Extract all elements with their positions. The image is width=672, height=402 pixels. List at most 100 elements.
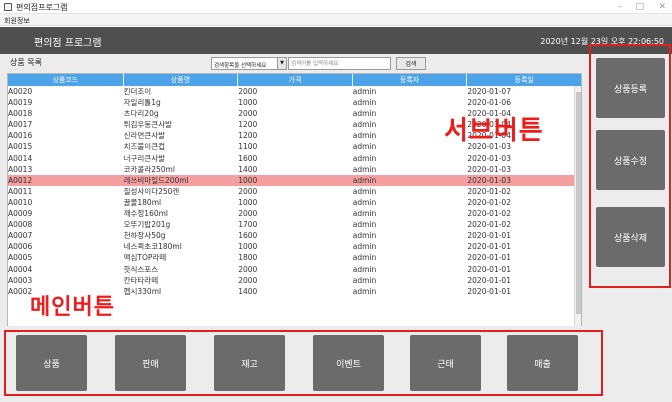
cell-price: 2000	[238, 209, 258, 219]
search-category-select[interactable]: 검색항목을 선택하세요 ▼	[211, 57, 287, 70]
chevron-down-icon[interactable]: ▼	[277, 58, 286, 69]
table-header: 상품코드 상품명 가격 등록자 등록일	[8, 74, 581, 86]
cell-name: 코카콜라250ml	[123, 164, 175, 174]
cell-code: A0019	[8, 98, 33, 108]
cell-code: A0017	[8, 120, 33, 130]
sub-button-annotation: 서브버튼	[444, 116, 544, 146]
table-row[interactable]: A0019 자일리톨1g 1000 admin 2020-01-06	[8, 97, 581, 108]
cell-name: 킨더조이	[123, 87, 152, 96]
table-row[interactable]: A0008 오뚜기밥201g 1700 admin 2020-01-02	[8, 219, 581, 230]
close-button[interactable]: ✕	[658, 1, 666, 13]
cell-registrant: admin	[352, 220, 377, 230]
table-scrollbar[interactable]	[574, 86, 581, 327]
cell-price: 2000	[238, 87, 258, 96]
cell-registrant: admin	[352, 175, 377, 185]
cell-code: A0013	[8, 164, 33, 174]
table-row[interactable]: A0010 꿀물180ml 1000 admin 2020-01-02	[8, 197, 581, 208]
cell-code: A0012	[8, 175, 33, 185]
cell-name: 꿀물180ml	[123, 197, 162, 207]
cell-code: A0020	[8, 87, 33, 96]
table-row[interactable]: A0012 레쓰비마일드200ml 1000 admin 2020-01-03	[8, 174, 581, 186]
search-input[interactable]	[288, 57, 391, 70]
cell-code: A0011	[8, 186, 33, 196]
cell-price: 2000	[238, 109, 258, 119]
cell-registrant: admin	[352, 186, 377, 196]
column-header-code[interactable]: 상품코드	[8, 74, 124, 86]
cell-code: A0009	[8, 209, 33, 219]
cell-date: 2020-01-02	[467, 197, 511, 207]
table-row[interactable]: A0009 깨수정160ml 2000 admin 2020-01-02	[8, 208, 581, 219]
search-select-value: 검색항목을 선택하세요	[214, 63, 267, 69]
cell-price: 1600	[238, 231, 258, 241]
cell-price: 1200	[238, 120, 258, 130]
cell-code: A0018	[8, 109, 33, 119]
menubar: 회원정보	[0, 14, 672, 26]
cell-price: 1400	[238, 286, 258, 296]
table-row[interactable]: A0003 칸타타라떼 2000 admin 2020-01-01	[8, 275, 581, 286]
cell-price: 1000	[238, 98, 258, 108]
cell-code: A0006	[8, 242, 33, 252]
cell-date: 2020-01-02	[467, 186, 511, 196]
main-button-highlight	[4, 330, 603, 396]
cell-name: 레쓰비마일드200ml	[123, 175, 189, 185]
maximize-button[interactable]: □	[635, 1, 644, 13]
cell-price: 1000	[238, 175, 258, 185]
list-title: 상품 목록	[10, 58, 42, 67]
cell-name: 핫식스포스	[123, 264, 159, 274]
cell-price: 1700	[238, 220, 258, 230]
cell-name: 천하장사50g	[123, 231, 166, 241]
cell-registrant: admin	[352, 275, 377, 285]
cell-price: 1000	[238, 242, 258, 252]
cell-date: 2020-01-01	[467, 253, 511, 263]
app-header: 편의점 프로그램 2020년 12월 23일 오후 22:06:50	[0, 27, 672, 54]
window-title: 편의점프로그램	[16, 3, 68, 12]
table-row[interactable]: A0013 코카콜라250ml 1400 admin 2020-01-03	[8, 164, 581, 175]
cell-registrant: admin	[352, 164, 377, 174]
cell-code: A0004	[8, 264, 33, 274]
cell-name: 깨수정160ml	[123, 209, 168, 219]
cell-registrant: admin	[352, 98, 377, 108]
table-row[interactable]: A0006 네스퀵초코180ml 1000 admin 2020-01-01	[8, 241, 581, 252]
cell-code: A0010	[8, 197, 33, 207]
cell-code: A0007	[8, 231, 33, 241]
cell-registrant: admin	[352, 253, 377, 263]
cell-code: A0016	[8, 131, 33, 141]
cell-registrant: admin	[352, 197, 377, 207]
minimize-button[interactable]: –	[618, 1, 623, 13]
cell-registrant: admin	[352, 87, 377, 96]
cell-date: 2020-01-03	[467, 153, 511, 163]
table-row[interactable]: A0014 너구리큰사발 1600 admin 2020-01-03	[8, 153, 581, 164]
cell-name: 자일리톨1g	[123, 98, 161, 108]
table-row[interactable]: A0005 맥심TOP라떼 1800 admin 2020-01-01	[8, 252, 581, 263]
cell-date: 2020-01-02	[467, 220, 511, 230]
menu-member-info[interactable]: 회원정보	[4, 16, 30, 26]
cell-code: A0005	[8, 253, 33, 263]
app-brand: 편의점 프로그램	[34, 38, 102, 49]
table-row[interactable]: A0020 킨더조이 2000 admin 2020-01-07	[8, 86, 581, 97]
column-header-date[interactable]: 등록일	[467, 74, 581, 86]
cell-code: A0015	[8, 142, 33, 152]
cell-registrant: admin	[352, 264, 377, 274]
cell-price: 2000	[238, 264, 258, 274]
cell-price: 1000	[238, 197, 258, 207]
cell-code: A0003	[8, 275, 33, 285]
window-titlebar: 편의점프로그램 – □ ✕	[0, 0, 672, 14]
cell-date: 2020-01-01	[467, 286, 511, 296]
app-icon	[4, 3, 12, 11]
cell-name: 너구리큰사발	[123, 153, 165, 163]
cell-date: 2020-01-06	[467, 98, 511, 108]
table-row[interactable]: A0011 칠성사이다250캔 2000 admin 2020-01-02	[8, 186, 581, 197]
cell-date: 2020-01-07	[467, 87, 511, 96]
column-header-registrant[interactable]: 등록자	[353, 74, 468, 86]
scrollbar-thumb[interactable]	[576, 92, 581, 314]
table-row[interactable]: A0004 핫식스포스 2000 admin 2020-01-01	[8, 264, 581, 275]
search-button[interactable]: 검색	[396, 57, 426, 70]
main-button-annotation: 메인버튼	[30, 295, 115, 320]
cell-price: 1400	[238, 164, 258, 174]
table-row[interactable]: A0007 천하장사50g 1600 admin 2020-01-01	[8, 230, 581, 241]
column-header-name[interactable]: 상품명	[124, 74, 239, 86]
cell-name: 네스퀵초코180ml	[123, 242, 182, 252]
cell-price: 1800	[238, 253, 258, 263]
cell-name: 펩시330ml	[123, 286, 162, 296]
column-header-price[interactable]: 가격	[238, 74, 353, 86]
